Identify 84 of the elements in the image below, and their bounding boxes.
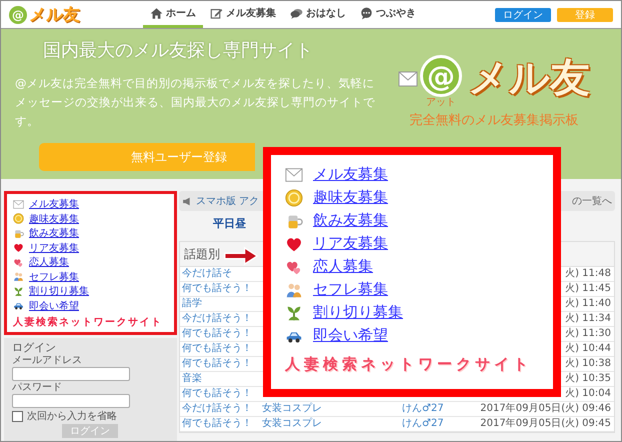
checkbox-label: 次回から入力を省略: [27, 410, 117, 423]
topic-link[interactable]: 今だけ話そう！: [182, 403, 252, 414]
input-field[interactable]: [12, 367, 130, 381]
chat-icon: [290, 6, 303, 20]
thread-link[interactable]: 女装コスプレ: [262, 418, 322, 429]
post-date: 火) 11:48: [565, 268, 611, 279]
hearts-icon: [13, 256, 24, 268]
post-date: 2017年09月05日(火) 09:46: [480, 403, 611, 414]
user-link[interactable]: けん♂27: [402, 418, 444, 429]
coin-icon: [285, 188, 303, 206]
section-title: 平日昼: [213, 217, 246, 230]
people-icon: [13, 271, 24, 282]
hero-description: @メル友は完全無料で目的別の掲示板でメル友を探したり、気軽にメッセージの交換が出来る、国内最大のメル友探し専門のサイトです。: [15, 75, 376, 130]
thread-link[interactable]: 女装コスプレ: [262, 403, 322, 414]
nav-tab[interactable]: おはなし: [283, 1, 353, 28]
logo-text: メル友: [468, 55, 590, 101]
category-link[interactable]: 恋人募集: [313, 257, 373, 276]
topic-link[interactable]: 語学: [182, 298, 202, 309]
coin-icon: [13, 213, 24, 224]
sprout-icon: [13, 286, 24, 297]
topic-link[interactable]: 何でも話そう！: [182, 283, 252, 294]
topic-link[interactable]: 何でも話そう！: [182, 358, 252, 369]
envelope-icon: [398, 71, 418, 87]
sprout-icon: [285, 304, 303, 322]
logo-tagline: 完全無料のメル友募集掲示板: [410, 112, 578, 129]
post-date: 火) 11:30: [565, 328, 611, 339]
topic-link[interactable]: 今だけ話そう！: [182, 313, 252, 324]
field-label: メールアドレス: [12, 355, 82, 367]
category-link[interactable]: 趣味友募集: [29, 212, 79, 226]
category-link[interactable]: 割り切り募集: [29, 284, 89, 298]
topic-link[interactable]: 何でも話そう！: [182, 388, 252, 399]
list-link[interactable]: の一覧へ: [572, 194, 612, 208]
edit-icon: [210, 6, 223, 20]
category-link[interactable]: 飲み友募集: [313, 211, 388, 230]
logo-mark: @: [420, 55, 462, 97]
envelope-icon: [13, 198, 24, 210]
post-date: 火) 10:38: [565, 358, 611, 369]
post-date: 火) 10:04: [565, 388, 611, 399]
topic-link[interactable]: 何でも話そう！: [182, 343, 252, 354]
user-link[interactable]: けん♂27: [402, 403, 444, 414]
logo-reading: アット: [426, 97, 456, 109]
network-caption: 人妻検索ネットワークサイト: [285, 355, 533, 374]
heart-icon: [13, 242, 24, 254]
category-link[interactable]: 即会い希望: [29, 298, 79, 313]
post-date: 火) 10:35: [565, 373, 611, 384]
category-link[interactable]: 趣味友募集: [313, 188, 388, 207]
hero-title: 国内最大のメル友探し専門サイト: [43, 40, 314, 62]
people-icon: [285, 280, 303, 298]
category-link[interactable]: 恋人募集: [29, 255, 69, 270]
category-link[interactable]: 飲み友募集: [29, 226, 79, 240]
category-link[interactable]: セフレ募集: [313, 280, 388, 299]
category-link[interactable]: リア友募集: [313, 234, 388, 253]
nav-tab[interactable]: メル友募集: [203, 1, 283, 28]
toolbar-link[interactable]: アク: [239, 194, 259, 208]
input-field[interactable]: [12, 394, 130, 408]
category-link[interactable]: 割り切り募集: [313, 303, 403, 322]
topic-link[interactable]: 何でも話そう！: [182, 418, 252, 429]
speech-bubble-icon: [360, 6, 373, 20]
post-date: 火) 11:45: [565, 283, 611, 294]
nav-tab[interactable]: つぶやき: [353, 1, 423, 28]
logo-text: メル友: [29, 4, 80, 26]
checkbox[interactable]: [12, 410, 23, 422]
login-button[interactable]: ログイン: [495, 8, 551, 22]
mug-icon: [13, 228, 24, 239]
home-icon: [150, 6, 163, 20]
category-link[interactable]: 即会い希望: [313, 326, 388, 345]
post-date: 火) 11:40: [565, 298, 611, 309]
topic-link[interactable]: 音楽: [182, 373, 202, 384]
card-title: 話題別: [184, 246, 220, 262]
post-date: 火) 10:44: [565, 343, 611, 354]
field-label: パスワード: [12, 382, 62, 394]
topic-link[interactable]: 今だけ話そ: [182, 268, 232, 279]
network-caption: 人妻検索ネットワークサイト: [13, 316, 164, 329]
toolbar-link[interactable]: スマホ版: [196, 194, 236, 208]
login-title: ログイン: [12, 341, 56, 354]
category-link[interactable]: メル友募集: [29, 197, 79, 212]
logo-mark: @: [9, 6, 27, 24]
topic-link[interactable]: 何でも話そう！: [182, 328, 252, 339]
category-link[interactable]: セフレ募集: [29, 270, 79, 284]
envelope-icon: [285, 166, 303, 184]
category-link[interactable]: メル友募集: [313, 165, 388, 184]
category-link[interactable]: リア友募集: [29, 240, 79, 255]
post-date: 火) 11:34: [565, 313, 611, 324]
post-date: 2017年09月05日(火) 09:45: [480, 418, 611, 429]
